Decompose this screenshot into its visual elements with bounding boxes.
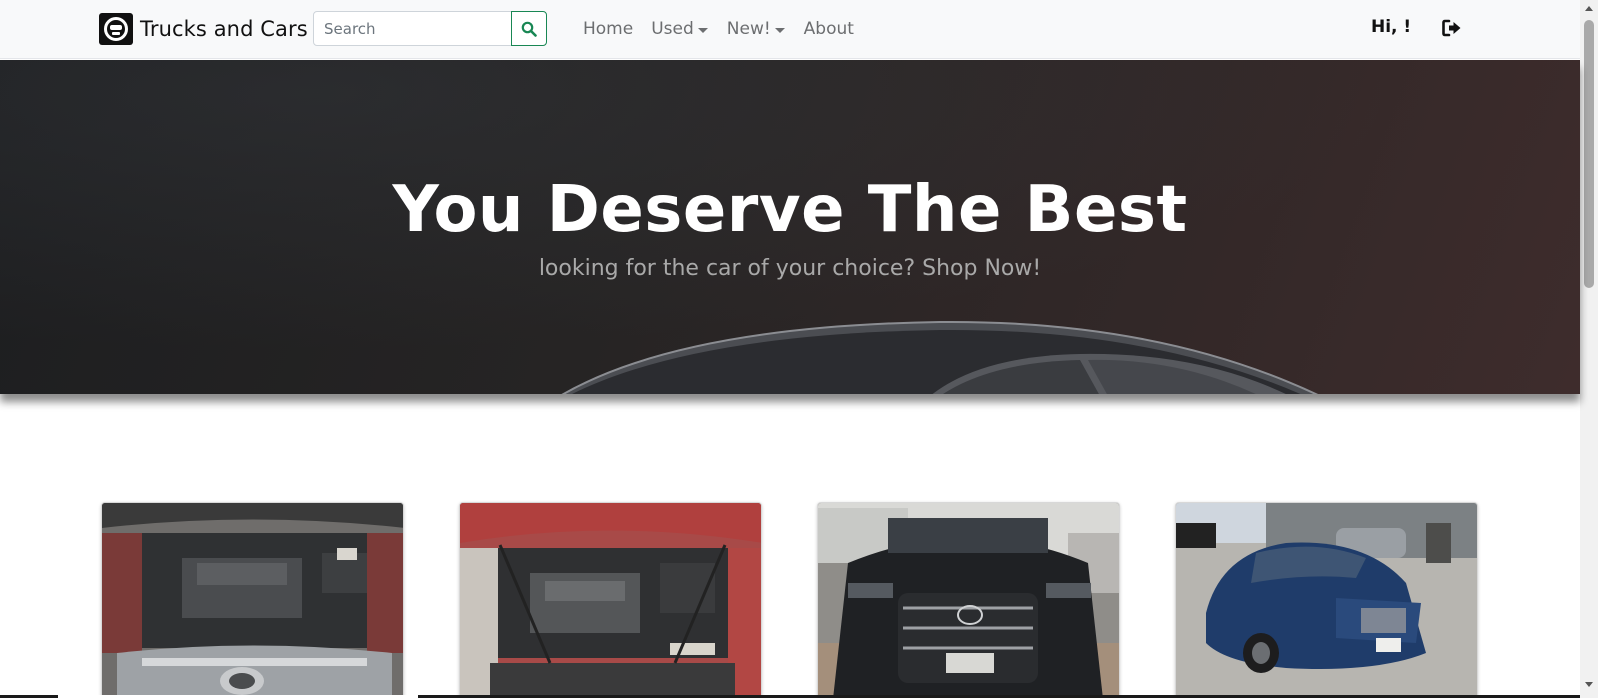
nav-used-dropdown[interactable]: Used [651,15,708,43]
search-button[interactable] [511,11,547,46]
car-roof-image [561,320,1319,394]
car-photo-black-lexus [818,503,1119,697]
top-navbar: Trucks and Cars Home Used New! About Hi,… [0,0,1580,59]
nav-about-label: About [803,19,854,39]
hero-subtitle: looking for the car of your choice? Shop… [538,256,1042,281]
hero-title: You Deserve The Best [392,173,1188,247]
brand-link[interactable]: Trucks and Cars [99,12,308,46]
brand-name: Trucks and Cars [140,17,308,41]
scroll-down-arrow-icon[interactable] [1585,682,1593,687]
search-icon [521,21,537,37]
car-card-4[interactable] [1175,502,1478,698]
car-card-2[interactable] [459,502,762,698]
page-scrollbar[interactable] [1580,0,1598,698]
caret-down-icon [697,27,708,33]
sign-out-icon [1442,19,1461,37]
nav-new-dropdown[interactable]: New! [727,15,785,43]
main-nav: Home Used New! About [583,15,854,43]
car-photo-blue-hyundai [1176,503,1477,697]
scroll-thumb[interactable] [1584,20,1594,288]
nav-home-label: Home [583,19,634,39]
car-card-1[interactable] [101,502,404,698]
car-card-3[interactable] [817,502,1120,698]
logout-button[interactable] [1441,17,1463,39]
hero-banner: You Deserve The Best looking for the car… [0,60,1580,394]
user-greeting: Hi, ! [1371,17,1412,37]
nav-about[interactable]: About [804,15,854,43]
nav-home[interactable]: Home [583,15,633,43]
caret-down-icon [774,27,785,33]
nav-used-label: Used [651,19,694,39]
nav-new-label: New! [726,19,771,39]
search-input[interactable] [313,11,512,46]
car-photo-engine-bay [102,503,403,697]
car-photo-red-engine-bay [460,503,761,697]
scroll-up-arrow-icon[interactable] [1585,6,1593,11]
steering-wheel-icon [99,13,133,45]
